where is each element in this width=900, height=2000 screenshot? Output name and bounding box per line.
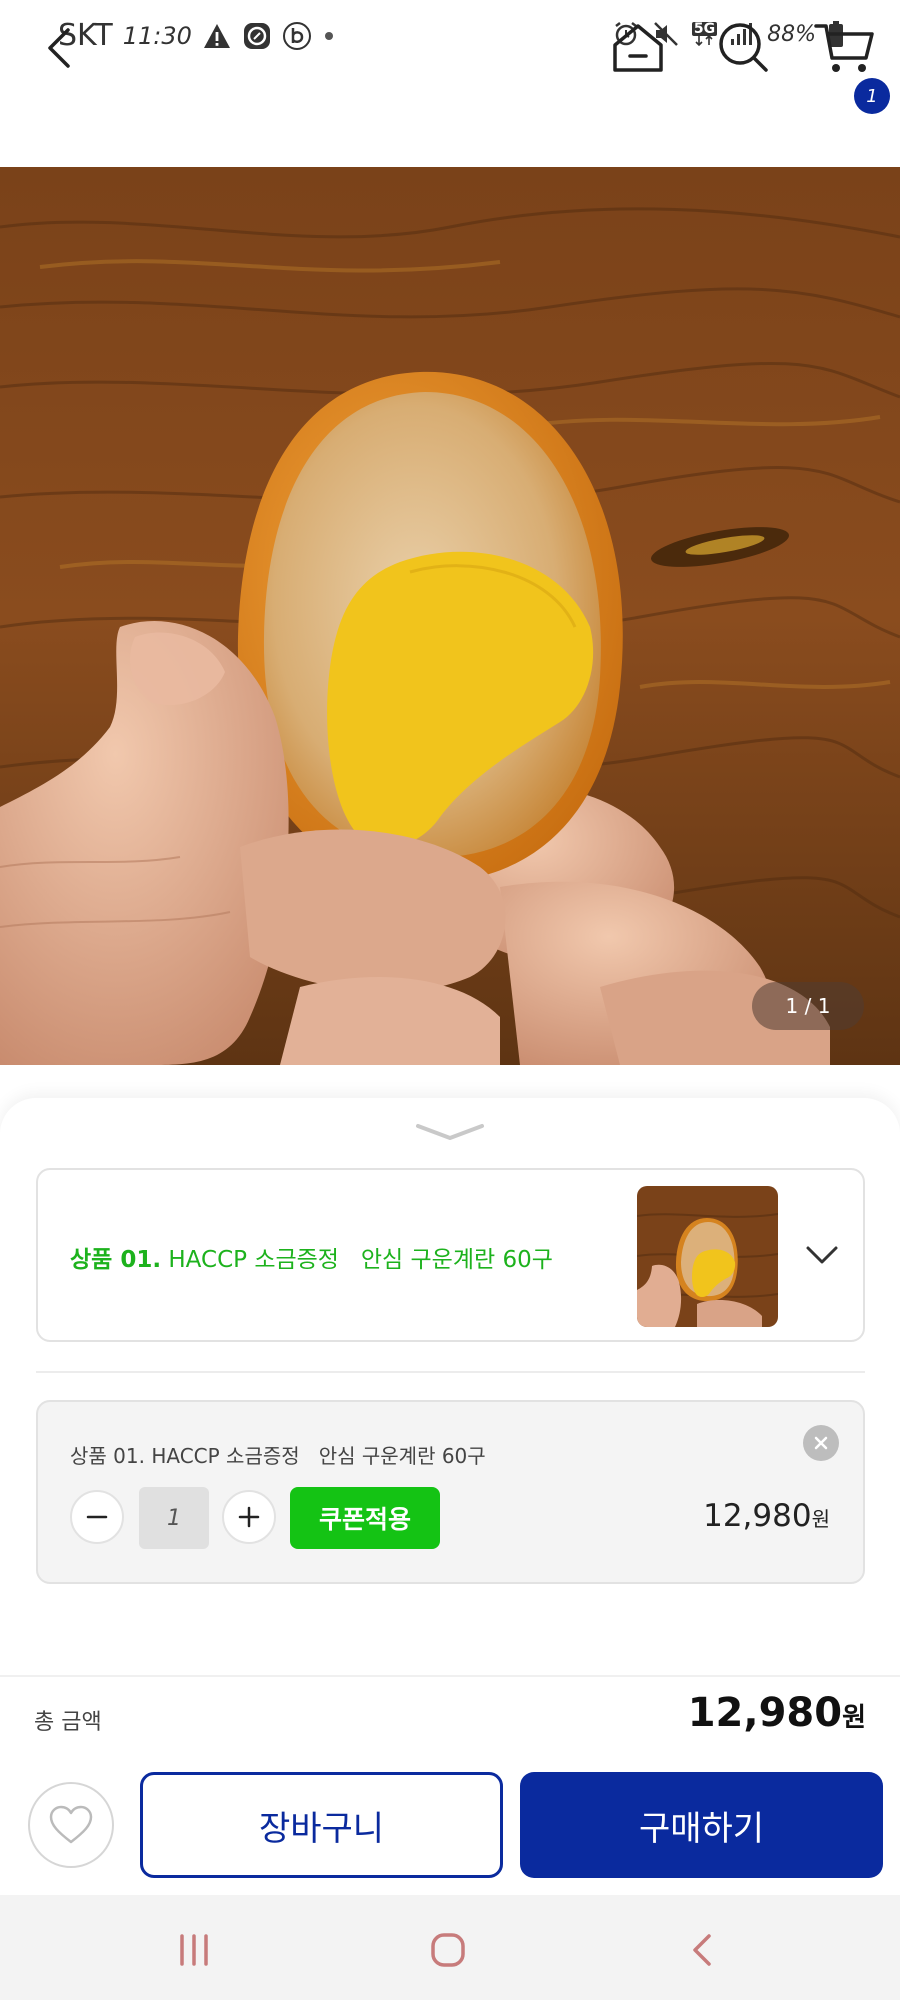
- back-icon[interactable]: [30, 18, 90, 78]
- android-back-icon[interactable]: [682, 1928, 722, 1972]
- minus-icon: [86, 1515, 108, 1519]
- option-thumbnail: [637, 1186, 778, 1327]
- option-prefix: 상품 01.: [70, 1247, 162, 1273]
- chevron-down-icon[interactable]: [802, 1240, 842, 1270]
- remove-option-button[interactable]: [803, 1425, 839, 1461]
- b-app-icon: [282, 21, 312, 51]
- status-left: SKT 11:30: [58, 18, 336, 53]
- image-page-counter: 1 / 1: [752, 982, 864, 1030]
- search-icon[interactable]: [712, 16, 772, 76]
- cart-count-badge: 1: [854, 78, 890, 114]
- selected-option-name: 상품 01. HACCP 소금증정 안심 구운계란 60구: [70, 1444, 486, 1468]
- option-price-value: 12,980: [703, 1498, 812, 1534]
- heart-icon: [49, 1805, 93, 1844]
- recent-apps-icon[interactable]: [174, 1930, 214, 1970]
- product-image[interactable]: [0, 167, 900, 1065]
- wishlist-button[interactable]: [28, 1782, 114, 1868]
- android-home-icon[interactable]: [428, 1928, 468, 1972]
- total-price-value: 12,980: [687, 1690, 843, 1736]
- option-price: 12,980원: [703, 1498, 830, 1534]
- compass-icon: [242, 21, 272, 51]
- total-price: 12,980원: [688, 1690, 866, 1736]
- plus-icon: [238, 1506, 260, 1528]
- sheet-collapse-chevron-icon[interactable]: [412, 1120, 488, 1144]
- battery-percent: 88%: [767, 21, 816, 47]
- buy-now-button[interactable]: 구매하기: [520, 1772, 883, 1878]
- quantity-decrease-button[interactable]: [70, 1490, 124, 1544]
- add-to-cart-button[interactable]: 장바구니: [140, 1772, 503, 1878]
- quantity-increase-button[interactable]: [222, 1490, 276, 1544]
- option-name: HACCP 소금증정 안심 구운계란 60구: [168, 1247, 553, 1273]
- clock-time: 11:30: [122, 21, 192, 50]
- close-icon: [814, 1436, 828, 1450]
- home-icon[interactable]: [608, 18, 668, 78]
- section-divider: [36, 1371, 865, 1373]
- option-select-label: 상품 01. HACCP 소금증정 안심 구운계란 60구: [70, 1240, 553, 1274]
- quantity-input[interactable]: 1: [139, 1487, 209, 1549]
- top-nav-bar: [0, 72, 900, 167]
- total-price-currency: 원: [842, 1703, 866, 1733]
- warning-icon: [202, 22, 232, 50]
- apply-coupon-button[interactable]: 쿠폰적용: [290, 1487, 440, 1549]
- option-price-currency: 원: [811, 1507, 830, 1531]
- cart-icon[interactable]: [812, 14, 878, 80]
- dot-icon: [322, 29, 336, 43]
- total-label: 총 금액: [34, 1710, 102, 1735]
